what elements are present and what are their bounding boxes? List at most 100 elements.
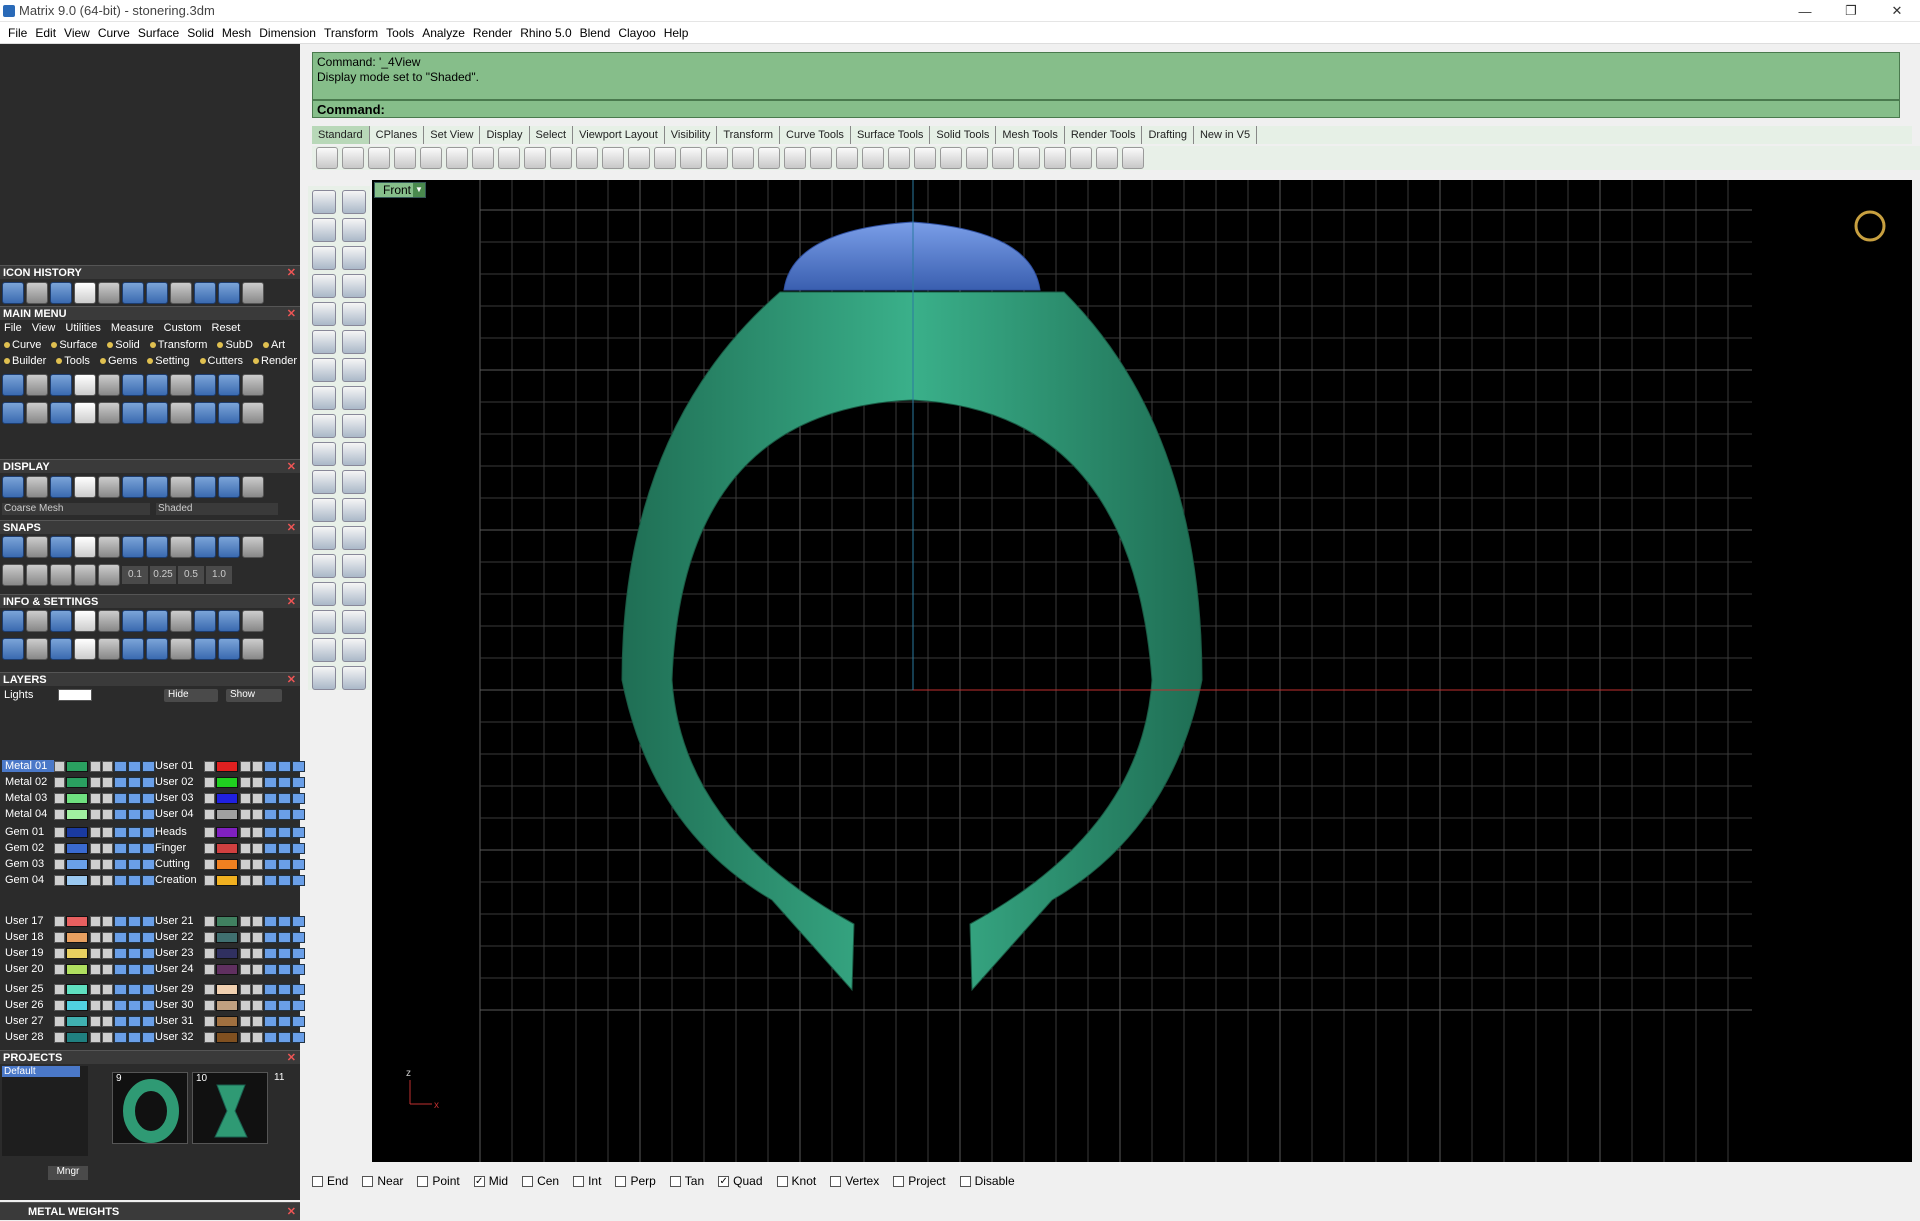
tool-icon[interactable] bbox=[242, 638, 264, 660]
close-button[interactable]: ✕ bbox=[1874, 0, 1920, 22]
toolbar-icon[interactable] bbox=[368, 147, 390, 169]
lock-icon[interactable] bbox=[240, 776, 251, 788]
arrow-icon[interactable] bbox=[204, 1031, 215, 1043]
layer-color-swatch[interactable] bbox=[216, 760, 238, 772]
lock-icon[interactable] bbox=[240, 915, 251, 927]
lock-icon[interactable] bbox=[102, 842, 113, 854]
visibility-icon[interactable] bbox=[264, 915, 277, 927]
lock-icon[interactable] bbox=[102, 776, 113, 788]
lock-icon[interactable] bbox=[240, 826, 251, 838]
lock-icon[interactable] bbox=[240, 858, 251, 870]
main-menu-item-setting[interactable]: Setting bbox=[147, 355, 190, 367]
tool-icon[interactable] bbox=[122, 476, 144, 498]
toolbar-icon[interactable] bbox=[524, 147, 546, 169]
checkbox-icon[interactable] bbox=[776, 1175, 788, 1187]
layer-row[interactable]: Metal 03 bbox=[2, 791, 156, 805]
snap-value[interactable]: 0.25 bbox=[150, 566, 176, 584]
layer-name[interactable]: User 26 bbox=[2, 999, 54, 1011]
lock-icon[interactable] bbox=[240, 963, 251, 975]
lock-icon[interactable] bbox=[240, 931, 251, 943]
layer-color-swatch[interactable] bbox=[216, 808, 238, 820]
checkbox-icon[interactable] bbox=[669, 1175, 681, 1187]
lock-icon[interactable] bbox=[90, 1015, 101, 1027]
visibility-icon[interactable] bbox=[278, 826, 291, 838]
arrow-icon[interactable] bbox=[204, 760, 215, 772]
tool-icon[interactable] bbox=[146, 610, 168, 632]
layer-color-swatch[interactable] bbox=[216, 1015, 238, 1027]
tool-icon[interactable] bbox=[2, 476, 24, 498]
side-tool-icon[interactable] bbox=[342, 414, 366, 438]
tool-icon[interactable] bbox=[2, 536, 24, 558]
arrow-icon[interactable] bbox=[204, 931, 215, 943]
layer-color-swatch[interactable] bbox=[66, 808, 88, 820]
layer-name[interactable]: User 29 bbox=[152, 983, 204, 995]
checkbox-icon[interactable] bbox=[615, 1175, 627, 1187]
tool-icon[interactable] bbox=[146, 638, 168, 660]
lock-icon[interactable] bbox=[102, 983, 113, 995]
layer-row[interactable]: Cutting bbox=[152, 857, 306, 871]
arrow-icon[interactable] bbox=[54, 776, 65, 788]
arrow-icon[interactable] bbox=[204, 808, 215, 820]
side-tool-icon[interactable] bbox=[312, 274, 336, 298]
lock-icon[interactable] bbox=[90, 842, 101, 854]
main-menu-item-art[interactable]: Art bbox=[262, 339, 285, 351]
tool-icon[interactable] bbox=[194, 402, 216, 424]
arrow-icon[interactable] bbox=[54, 874, 65, 886]
visibility-icon[interactable] bbox=[292, 1015, 305, 1027]
side-tool-icon[interactable] bbox=[342, 302, 366, 326]
visibility-icon[interactable] bbox=[128, 792, 141, 804]
visibility-icon[interactable] bbox=[292, 963, 305, 975]
side-tool-icon[interactable] bbox=[342, 610, 366, 634]
toolbar-icon[interactable] bbox=[628, 147, 650, 169]
layer-row[interactable]: User 18 bbox=[2, 930, 156, 944]
layer-name[interactable]: User 01 bbox=[152, 760, 204, 772]
tool-icon[interactable] bbox=[122, 374, 144, 396]
toolbar-icon[interactable] bbox=[602, 147, 624, 169]
lock-icon[interactable] bbox=[102, 792, 113, 804]
arrow-icon[interactable] bbox=[204, 915, 215, 927]
visibility-icon[interactable] bbox=[114, 947, 127, 959]
layer-row[interactable]: User 02 bbox=[152, 775, 306, 789]
tab-solid-tools[interactable]: Solid Tools bbox=[930, 126, 997, 144]
toolbar-icon[interactable] bbox=[1018, 147, 1040, 169]
osnap-knot[interactable]: Knot bbox=[776, 1174, 816, 1188]
close-icon[interactable]: ✕ bbox=[287, 460, 296, 474]
visibility-icon[interactable] bbox=[278, 792, 291, 804]
checkbox-icon[interactable] bbox=[893, 1175, 905, 1187]
tool-icon[interactable] bbox=[218, 536, 240, 558]
visibility-icon[interactable] bbox=[128, 776, 141, 788]
checkbox-icon[interactable] bbox=[417, 1175, 429, 1187]
visibility-icon[interactable] bbox=[114, 760, 127, 772]
tab-cplanes[interactable]: CPlanes bbox=[370, 126, 425, 144]
close-icon[interactable]: ✕ bbox=[287, 595, 296, 609]
layer-color-swatch[interactable] bbox=[216, 776, 238, 788]
side-tool-icon[interactable] bbox=[342, 582, 366, 606]
toolbar-icon[interactable] bbox=[810, 147, 832, 169]
arrow-icon[interactable] bbox=[204, 874, 215, 886]
visibility-icon[interactable] bbox=[292, 1031, 305, 1043]
side-tool-icon[interactable] bbox=[342, 330, 366, 354]
tool-icon[interactable] bbox=[74, 610, 96, 632]
hide-button[interactable]: Hide bbox=[164, 689, 218, 702]
tool-icon[interactable] bbox=[26, 476, 48, 498]
command-input[interactable] bbox=[388, 102, 1895, 116]
arrow-icon[interactable] bbox=[54, 792, 65, 804]
side-tool-icon[interactable] bbox=[342, 498, 366, 522]
layer-color-swatch[interactable] bbox=[216, 915, 238, 927]
visibility-icon[interactable] bbox=[292, 808, 305, 820]
tool-icon[interactable] bbox=[170, 536, 192, 558]
tool-icon[interactable] bbox=[50, 610, 72, 632]
layer-row[interactable]: Gem 03 bbox=[2, 857, 156, 871]
tool-icon[interactable] bbox=[122, 282, 144, 304]
layer-row[interactable]: User 32 bbox=[152, 1030, 306, 1044]
lock-icon[interactable] bbox=[240, 874, 251, 886]
project-thumb-9[interactable]: 9 bbox=[112, 1072, 188, 1144]
main-menu-item-gems[interactable]: Gems bbox=[99, 355, 137, 367]
visibility-icon[interactable] bbox=[128, 915, 141, 927]
layer-color-swatch[interactable] bbox=[66, 931, 88, 943]
layer-name[interactable]: User 21 bbox=[152, 915, 204, 927]
main-menu-item-transform[interactable]: Transform bbox=[149, 339, 207, 351]
tool-icon[interactable] bbox=[242, 402, 264, 424]
project-default[interactable]: Default bbox=[2, 1066, 80, 1077]
snap-tool-icon[interactable] bbox=[26, 564, 48, 586]
